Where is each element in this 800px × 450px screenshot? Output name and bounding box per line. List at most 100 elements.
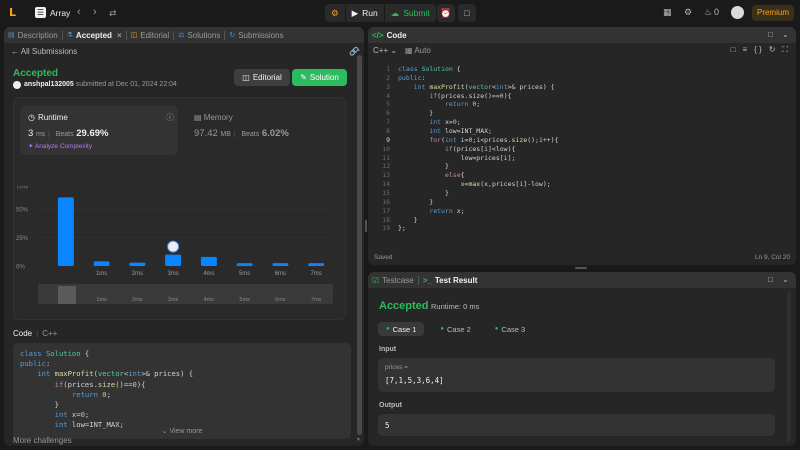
vertical-splitter[interactable]: [365, 220, 367, 232]
code-line[interactable]: };: [398, 224, 559, 233]
case-tab-2[interactable]: ● Case 2: [432, 322, 478, 336]
problem-list-title[interactable]: Array: [50, 8, 70, 18]
solution-button[interactable]: ✎ Solution: [292, 69, 347, 86]
settings-gear-icon[interactable]: ⚙: [684, 7, 692, 18]
layout-grid-icon[interactable]: ▦: [663, 7, 672, 18]
chart-bar[interactable]: [200, 256, 217, 266]
code-line[interactable]: x=max(x,prices[i]-low);: [398, 180, 559, 189]
tab-code[interactable]: </> Code: [368, 27, 411, 43]
code-line[interactable]: }: [398, 109, 559, 118]
premium-button[interactable]: Premium: [752, 5, 794, 21]
fullscreen-icon[interactable]: ⛶: [782, 45, 788, 55]
editorial-button[interactable]: ◫ Editorial: [234, 69, 290, 86]
my-submission-marker-icon[interactable]: [167, 240, 180, 253]
clock-icon: ◷: [28, 113, 35, 122]
maximize-icon[interactable]: □: [768, 30, 773, 39]
collapse-icon[interactable]: ⌄: [782, 275, 789, 284]
code-line[interactable]: int x=0;: [398, 118, 559, 127]
code-line[interactable]: int maxProfit(vector<int>& prices) {: [398, 83, 559, 92]
maximize-icon[interactable]: □: [768, 275, 773, 284]
chevron-down-icon: ⌄: [161, 428, 168, 435]
collapse-icon[interactable]: ⌄: [782, 30, 789, 39]
tab-test-result[interactable]: >_ Test Result: [419, 272, 482, 288]
runtime-box[interactable]: ◷ Runtime ⓘ 3 ms | Beats 29.69% ✦ Analyze…: [20, 106, 178, 155]
analyze-complexity-link[interactable]: ✦ Analyze Complexity: [28, 142, 92, 150]
info-icon[interactable]: ⓘ: [166, 112, 174, 123]
streak-fire-icon[interactable]: ♨: [704, 7, 712, 18]
bookmark-icon[interactable]: □: [731, 45, 736, 55]
chart-bar[interactable]: [236, 263, 253, 266]
all-submissions-link[interactable]: ← All Submissions: [11, 47, 77, 56]
input-label: Input: [379, 346, 397, 353]
view-more-button[interactable]: ⌄ View more: [13, 427, 351, 435]
chart-bar[interactable]: [93, 261, 110, 266]
code-line[interactable]: }: [398, 198, 559, 207]
reset-icon[interactable]: ↻: [769, 45, 776, 55]
navigator-label: 5ms: [239, 297, 250, 303]
notes-button[interactable]: □: [458, 4, 476, 22]
code-line[interactable]: for(int i=0;i<prices.size();i++){: [398, 136, 558, 145]
problem-list-icon[interactable]: ☰: [35, 7, 46, 18]
code-line[interactable]: class Solution {: [398, 65, 559, 74]
horizontal-splitter[interactable]: [575, 267, 587, 269]
chart-bar[interactable]: [272, 263, 289, 266]
code-editor[interactable]: 1 2 3 4 5 6 7 8 9 10 11 12 13 14 15 16 17 18 19 class Solu…: [368, 63, 796, 251]
tab-solutions[interactable]: ⚖ Solutions: [174, 27, 224, 43]
braces-icon[interactable]: { }: [754, 45, 762, 55]
left-scrollbar[interactable]: [356, 47, 362, 442]
test-tab-bar: ☑ Testcase >_ Test Result: [368, 272, 796, 288]
code-line[interactable]: }: [398, 216, 559, 225]
tab-submissions[interactable]: ↻ Submissions: [225, 27, 287, 43]
tab-label: Description: [17, 30, 58, 40]
scroll-down-arrow-icon[interactable]: ▼: [356, 437, 361, 443]
chart-bar[interactable]: [57, 197, 74, 266]
code-line[interactable]: if(prices.size()==0){: [398, 92, 559, 101]
sparkle-icon: ✦: [28, 143, 34, 150]
format-icon[interactable]: ≡: [742, 45, 747, 55]
submit-button[interactable]: ☁ Submit: [385, 4, 436, 22]
code-line[interactable]: return 0;: [398, 100, 559, 109]
code-line[interactable]: public:: [398, 74, 559, 83]
leetcode-logo-icon[interactable]: 𝗟: [9, 6, 22, 19]
memory-label[interactable]: ▤ Memory: [194, 113, 233, 122]
case-tab-3[interactable]: ● Case 3: [487, 322, 533, 336]
submitter-name[interactable]: anshpal132005: [24, 81, 74, 88]
test-runtime: Runtime: 0 ms: [431, 302, 480, 311]
shuffle-icon[interactable]: ⇄: [109, 8, 117, 19]
timer-button[interactable]: ⏰: [437, 4, 455, 22]
line-number: 18: [382, 215, 390, 224]
book-icon: ◫: [130, 32, 138, 39]
code-line[interactable]: low=prices[i];: [398, 154, 559, 163]
code-line[interactable]: int low=INT_MAX;: [398, 127, 559, 136]
tab-description[interactable]: ▤ Description: [4, 27, 62, 43]
debug-button[interactable]: ⚙: [325, 4, 345, 22]
code-section-label: Code | C++: [13, 329, 58, 338]
case-tab-1[interactable]: ● Case 1: [378, 322, 425, 336]
runtime-distribution-chart[interactable]: 70% 50% 25% 0% 1ms 2ms 3ms 4ms 5ms 6ms 7ms 1ms 2ms 3m…: [14, 186, 347, 318]
case-label: Case 2: [447, 324, 471, 334]
chart-bar[interactable]: [308, 263, 325, 266]
chart-bar[interactable]: [129, 262, 146, 266]
auto-mode[interactable]: ▦ Auto: [405, 46, 431, 55]
close-icon[interactable]: ×: [117, 31, 122, 40]
code-tab-bar: </> Code: [368, 27, 796, 43]
language-select[interactable]: C++ ⌄: [373, 46, 397, 55]
prev-problem-icon[interactable]: ‹: [77, 6, 81, 18]
test-scrollbar[interactable]: [787, 292, 791, 442]
code-line[interactable]: return x;: [398, 207, 559, 216]
tab-accepted[interactable]: ⚗ Accepted ×: [63, 27, 126, 43]
chart-bar[interactable]: [165, 254, 182, 266]
range-navigator[interactable]: [38, 284, 333, 304]
code-lines[interactable]: class Solution {public: int maxProfit(ve…: [398, 65, 559, 233]
x-tick-label: 4ms: [203, 271, 214, 277]
scroll-thumb[interactable]: [357, 55, 362, 435]
code-line[interactable]: else{: [398, 171, 559, 180]
code-line[interactable]: if(prices[i]<low){: [398, 145, 559, 154]
tab-testcase[interactable]: ☑ Testcase: [368, 272, 418, 288]
code-line[interactable]: }: [398, 189, 559, 198]
code-line[interactable]: }: [398, 162, 559, 171]
user-avatar[interactable]: [731, 6, 744, 19]
next-problem-icon[interactable]: ›: [93, 6, 97, 18]
run-button[interactable]: ▶ Run: [346, 4, 384, 22]
tab-editorial[interactable]: ◫ Editorial: [127, 27, 174, 43]
